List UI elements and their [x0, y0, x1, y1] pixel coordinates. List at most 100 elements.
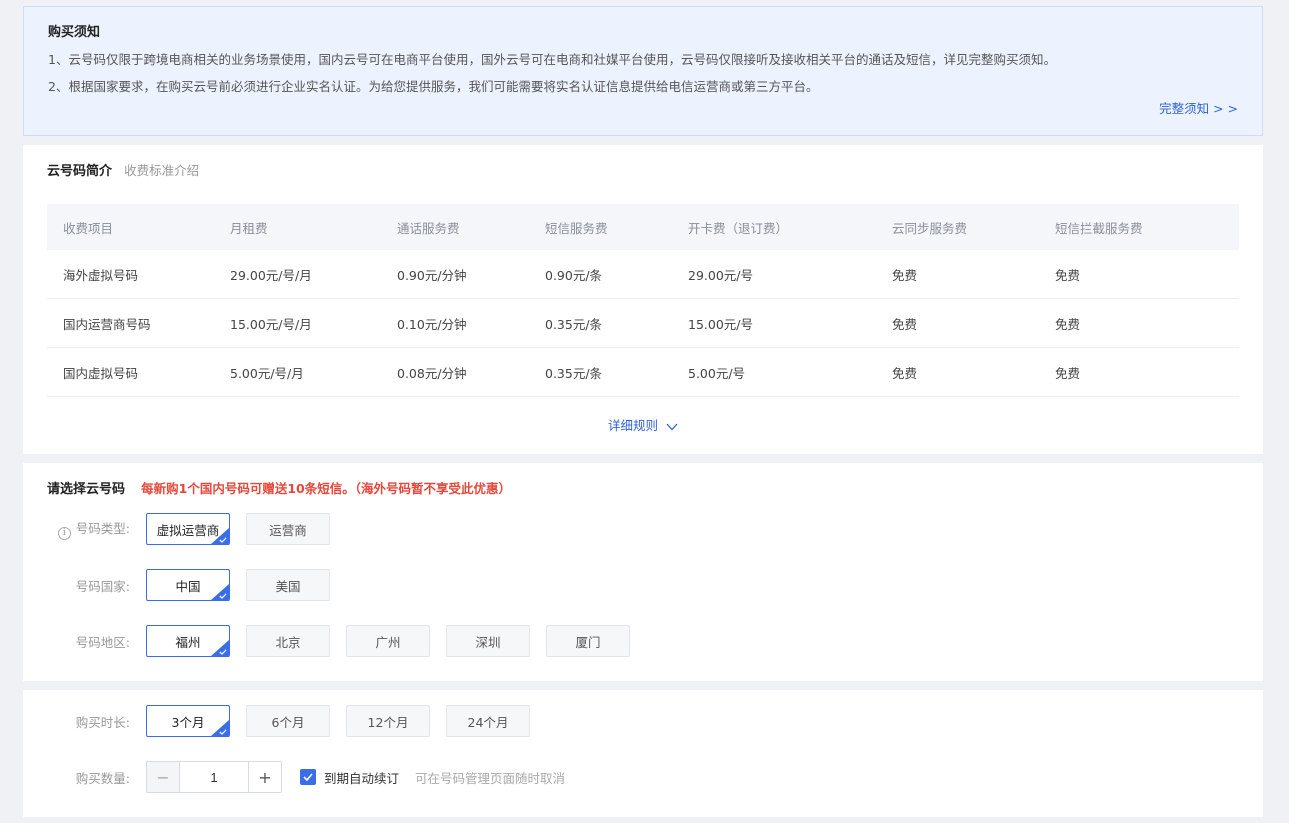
detail-rules-label: 详细规则	[608, 418, 659, 433]
option-region-beijing[interactable]: 北京	[246, 625, 330, 657]
column-header: 通话服务费	[397, 220, 460, 236]
quantity-input[interactable]	[180, 762, 248, 792]
option-label: 24个月	[467, 714, 509, 730]
purchase-notice: 购买须知 1、云号码仅限于跨境电商相关的业务场景使用，国内云号可在电商平台使用，…	[23, 6, 1263, 136]
option-label: 6个月	[271, 714, 305, 730]
intro-title: 云号码简介	[47, 164, 113, 179]
column-header: 月租费	[230, 220, 268, 236]
option-label: 深圳	[475, 634, 501, 650]
notice-line-2: 2、根据国家要求，在购买云号前必须进行企业实名认证。为给您提供服务，我们可能需要…	[48, 79, 819, 94]
option-virtual-operator[interactable]: 虚拟运营商	[146, 513, 230, 545]
check-icon	[219, 729, 227, 735]
duration-row: 购买时长: 3个月 6个月 12个月 24个月	[23, 705, 546, 737]
option-label: 3个月	[171, 714, 205, 730]
auto-renew-checkbox[interactable]	[300, 769, 316, 785]
table-cell: 29.00元/号	[688, 267, 753, 283]
table-cell: 5.00元/号/月	[230, 365, 304, 381]
select-number-card: 请选择云号码 每新购1个国内号码可赠送10条短信。（海外号码暂不享受此优惠） i…	[23, 463, 1263, 681]
number-region-row: 号码地区: 福州 北京 广州 深圳 厦门	[23, 625, 646, 657]
table-cell: 免费	[892, 365, 918, 381]
option-label: 北京	[275, 634, 301, 650]
number-type-label: i 号码类型:	[23, 518, 146, 540]
column-header: 收费项目	[63, 220, 114, 236]
increment-button[interactable]: +	[248, 762, 281, 792]
option-region-xiamen[interactable]: 厦门	[546, 625, 630, 657]
promo-text: 每新购1个国内号码可赠送10条短信。（海外号码暂不享受此优惠）	[141, 481, 512, 496]
table-cell: 0.08元/分钟	[397, 365, 467, 381]
intro-header: 云号码简介 收费标准介绍	[47, 161, 199, 181]
table-cell: 免费	[892, 316, 918, 332]
option-operator[interactable]: 运营商	[246, 513, 330, 545]
table-cell: 0.35元/条	[545, 316, 603, 332]
info-icon[interactable]: i	[57, 527, 71, 540]
select-header: 请选择云号码 每新购1个国内号码可赠送10条短信。（海外号码暂不享受此优惠）	[47, 479, 511, 499]
quantity-stepper: − +	[146, 761, 282, 793]
table-cell: 29.00元/号/月	[230, 267, 312, 283]
column-header: 开卡费（退订费）	[688, 220, 789, 236]
check-icon	[219, 649, 227, 655]
chevron-down-icon	[666, 418, 678, 436]
number-country-label: 号码国家:	[75, 578, 130, 594]
quantity-row: 购买数量: − + 到期自动续订 可在号码管理页面随时取消	[23, 761, 565, 793]
auto-renew: 到期自动续订 可在号码管理页面随时取消	[300, 768, 565, 787]
duration-label: 购买时长:	[75, 714, 130, 730]
fee-table: 收费项目 月租费 通话服务费 短信服务费 开卡费（退订费） 云同步服务费 短信拦…	[47, 204, 1239, 397]
notice-title: 购买须知	[48, 25, 101, 40]
decrement-button[interactable]: −	[147, 762, 180, 792]
auto-renew-hint: 可在号码管理页面随时取消	[415, 770, 566, 786]
table-cell: 免费	[1055, 267, 1081, 283]
table-cell: 海外虚拟号码	[63, 267, 139, 283]
check-icon	[219, 593, 227, 599]
table-cell: 15.00元/号/月	[230, 316, 312, 332]
option-label: 中国	[175, 578, 201, 594]
detail-rules-toggle[interactable]: 详细规则	[23, 417, 1263, 436]
notice-line-1: 1、云号码仅限于跨境电商相关的业务场景使用，国内云号可在电商平台使用，国外云号可…	[48, 52, 1056, 67]
option-region-guangzhou[interactable]: 广州	[346, 625, 430, 657]
option-label: 12个月	[367, 714, 409, 730]
option-duration-24m[interactable]: 24个月	[446, 705, 530, 737]
full-notice-link[interactable]: 完整须知 > >	[1159, 100, 1238, 118]
table-cell: 免费	[892, 267, 918, 283]
table-cell: 国内运营商号码	[63, 316, 151, 332]
table-cell: 0.90元/条	[545, 267, 603, 283]
option-label: 广州	[375, 634, 401, 650]
intro-subtitle: 收费标准介绍	[124, 163, 200, 178]
cloud-number-intro-card: 云号码简介 收费标准介绍 收费项目 月租费 通话服务费 短信服务费 开卡费（退订…	[23, 145, 1263, 454]
option-region-shenzhen[interactable]: 深圳	[446, 625, 530, 657]
number-type-label-text: 号码类型:	[75, 521, 130, 536]
check-icon	[219, 537, 227, 543]
table-cell: 免费	[1055, 316, 1081, 332]
number-country-row: 号码国家: 中国 美国	[23, 569, 346, 601]
table-cell: 免费	[1055, 365, 1081, 381]
option-label: 福州	[175, 634, 201, 650]
table-cell: 0.35元/条	[545, 365, 603, 381]
option-region-fuzhou[interactable]: 福州	[146, 625, 230, 657]
quantity-label: 购买数量:	[75, 770, 130, 786]
number-region-label: 号码地区:	[75, 634, 130, 650]
option-label: 运营商	[269, 522, 307, 538]
fee-table-header: 收费项目 月租费 通话服务费 短信服务费 开卡费（退订费） 云同步服务费 短信拦…	[47, 204, 1239, 250]
purchase-options-card: 购买时长: 3个月 6个月 12个月 24个月 购买数量: − + 到期自动续订…	[23, 690, 1263, 817]
table-cell: 0.10元/分钟	[397, 316, 467, 332]
option-duration-6m[interactable]: 6个月	[246, 705, 330, 737]
column-header: 短信服务费	[545, 220, 608, 236]
option-duration-12m[interactable]: 12个月	[346, 705, 430, 737]
option-label: 美国	[275, 578, 301, 594]
table-cell: 0.90元/分钟	[397, 267, 467, 283]
option-country-usa[interactable]: 美国	[246, 569, 330, 601]
table-row: 国内运营商号码 15.00元/号/月 0.10元/分钟 0.35元/条 15.0…	[47, 299, 1239, 348]
table-row: 海外虚拟号码 29.00元/号/月 0.90元/分钟 0.90元/条 29.00…	[47, 250, 1239, 299]
table-row: 国内虚拟号码 5.00元/号/月 0.08元/分钟 0.35元/条 5.00元/…	[47, 348, 1239, 397]
option-label: 虚拟运营商	[156, 522, 220, 538]
column-header: 短信拦截服务费	[1055, 220, 1143, 236]
table-cell: 5.00元/号	[688, 365, 746, 381]
option-country-china[interactable]: 中国	[146, 569, 230, 601]
select-title: 请选择云号码	[47, 482, 126, 497]
number-type-row: i 号码类型: 虚拟运营商 运营商	[23, 513, 346, 545]
auto-renew-label[interactable]: 到期自动续订	[324, 768, 399, 787]
column-header: 云同步服务费	[892, 220, 968, 236]
option-duration-3m[interactable]: 3个月	[146, 705, 230, 737]
table-cell: 国内虚拟号码	[63, 365, 139, 381]
check-icon	[303, 773, 313, 781]
table-cell: 15.00元/号	[688, 316, 753, 332]
